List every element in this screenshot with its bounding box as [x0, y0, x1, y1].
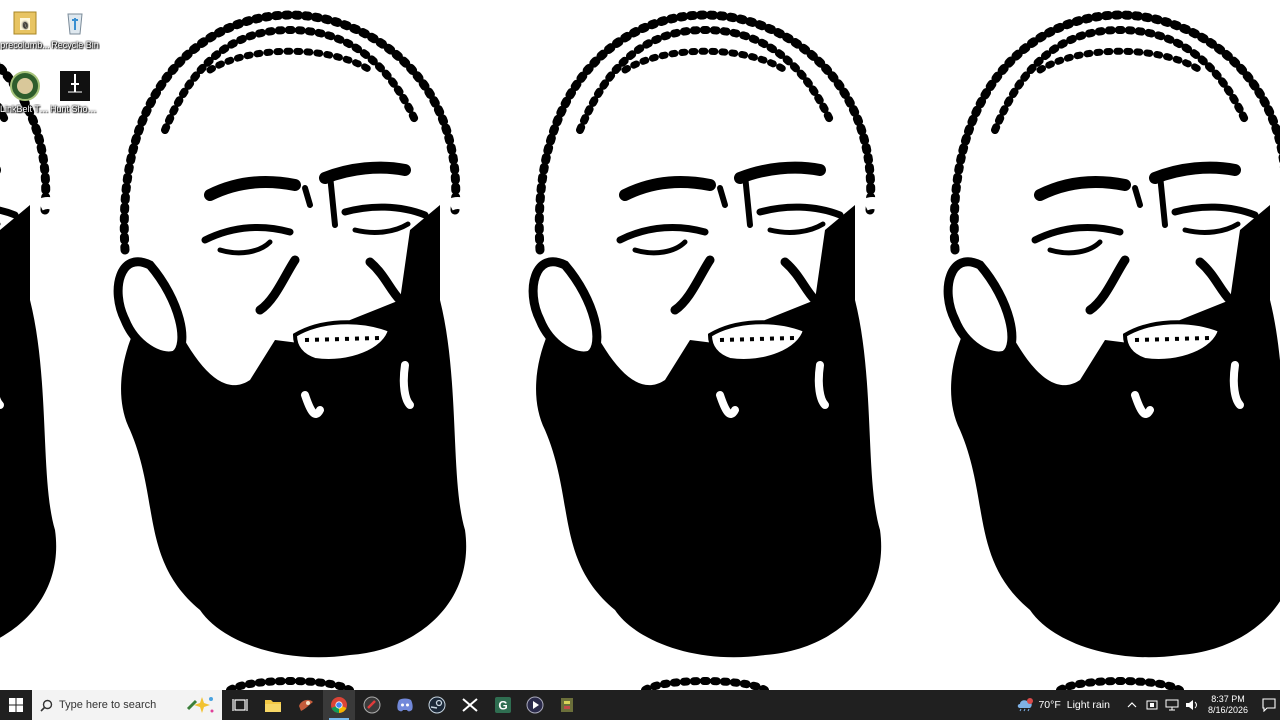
taskbar-discord[interactable]: [389, 690, 421, 720]
discord-icon: [397, 698, 413, 712]
speaker-icon: [1185, 700, 1197, 710]
desktop-icon-shortcut[interactable]: LinkBelt Twitch...: [0, 70, 50, 114]
taskbar-app-3[interactable]: [551, 690, 583, 720]
app-icon: [363, 696, 381, 714]
recycle-bin-icon: [67, 13, 83, 35]
search-highlight-icon: [186, 697, 214, 713]
rain-cloud-icon: [1018, 698, 1034, 712]
desktop-wallpaper: [0, 0, 1280, 690]
taskbar-task-view[interactable]: [224, 690, 256, 720]
search-icon: [40, 699, 53, 712]
app-tray-icon: [1146, 700, 1158, 710]
taskbar-steam[interactable]: [421, 690, 453, 720]
taskbar: Type here to search G 70°F Light rain 8:…: [0, 690, 1280, 720]
notification-icon: [1262, 698, 1276, 712]
show-hidden-icons[interactable]: [1124, 697, 1140, 713]
app-icon: [561, 698, 573, 712]
wallpaper-face-2: [533, 15, 893, 657]
clock-time: 8:37 PM: [1211, 694, 1245, 704]
wallpaper-art: [0, 0, 1280, 690]
clock-date: 8/16/2026: [1207, 705, 1248, 715]
tray-app[interactable]: [1144, 697, 1160, 713]
start-button[interactable]: [0, 690, 32, 720]
taskbar-g-app[interactable]: G: [487, 690, 519, 720]
wallpaper-face-3: [948, 15, 1280, 657]
chrome-icon: [331, 697, 347, 714]
taskbar-app[interactable]: [290, 690, 322, 720]
taskbar-capcut[interactable]: [454, 690, 486, 720]
svg-text:0: 0: [23, 21, 28, 30]
desktop-icon-folder[interactable]: 0 precolumb...: [0, 6, 50, 50]
desktop-icon-recycle-bin[interactable]: Recycle Bin: [50, 6, 100, 50]
windows-logo-icon: [9, 698, 23, 712]
taskbar-search[interactable]: Type here to search: [32, 690, 222, 720]
tray-network[interactable]: [1164, 697, 1180, 713]
weather-widget[interactable]: 70°F Light rain: [1016, 698, 1110, 712]
folder-icon: 0: [13, 11, 37, 35]
app-shortcut-icon: [10, 71, 40, 101]
tray-volume[interactable]: [1184, 697, 1200, 713]
desktop-icon-label: Recycle Bin: [51, 40, 99, 50]
taskbar-media-player[interactable]: [519, 690, 551, 720]
search-placeholder: Type here to search: [59, 699, 157, 711]
svg-text:G: G: [498, 699, 507, 713]
notification-center[interactable]: [1258, 698, 1280, 712]
taskbar-clock[interactable]: 8:37 PM 8/16/2026: [1208, 694, 1248, 716]
taskbar-app-2[interactable]: [356, 690, 388, 720]
game-shortcut-icon: [60, 71, 90, 101]
app-icon: [299, 699, 313, 711]
task-view-icon: [232, 699, 248, 711]
weather-temp: 70°F: [1038, 699, 1061, 711]
desktop-icon-label: LinkBelt Twitch...: [0, 104, 50, 114]
weather-condition: Light rain: [1066, 699, 1110, 711]
desktop-icon-label: precolumb...: [0, 40, 50, 50]
system-tray: 70°F Light rain 8:37 PM 8/16/2026: [1016, 690, 1280, 720]
taskbar-chrome[interactable]: [323, 690, 355, 720]
capcut-icon: [462, 698, 478, 712]
folder-icon: [265, 699, 281, 712]
taskbar-file-explorer[interactable]: [257, 690, 289, 720]
desktop-icon-label: Hunt Showdown: [50, 104, 100, 114]
wallpaper-face-1: [118, 15, 478, 657]
network-icon: [1165, 699, 1179, 711]
steam-icon: [428, 696, 446, 714]
g-app-icon: G: [495, 697, 511, 713]
desktop-icon-game[interactable]: Hunt Showdown: [50, 70, 100, 114]
play-icon: [526, 696, 544, 714]
chevron-up-icon: [1127, 702, 1137, 708]
